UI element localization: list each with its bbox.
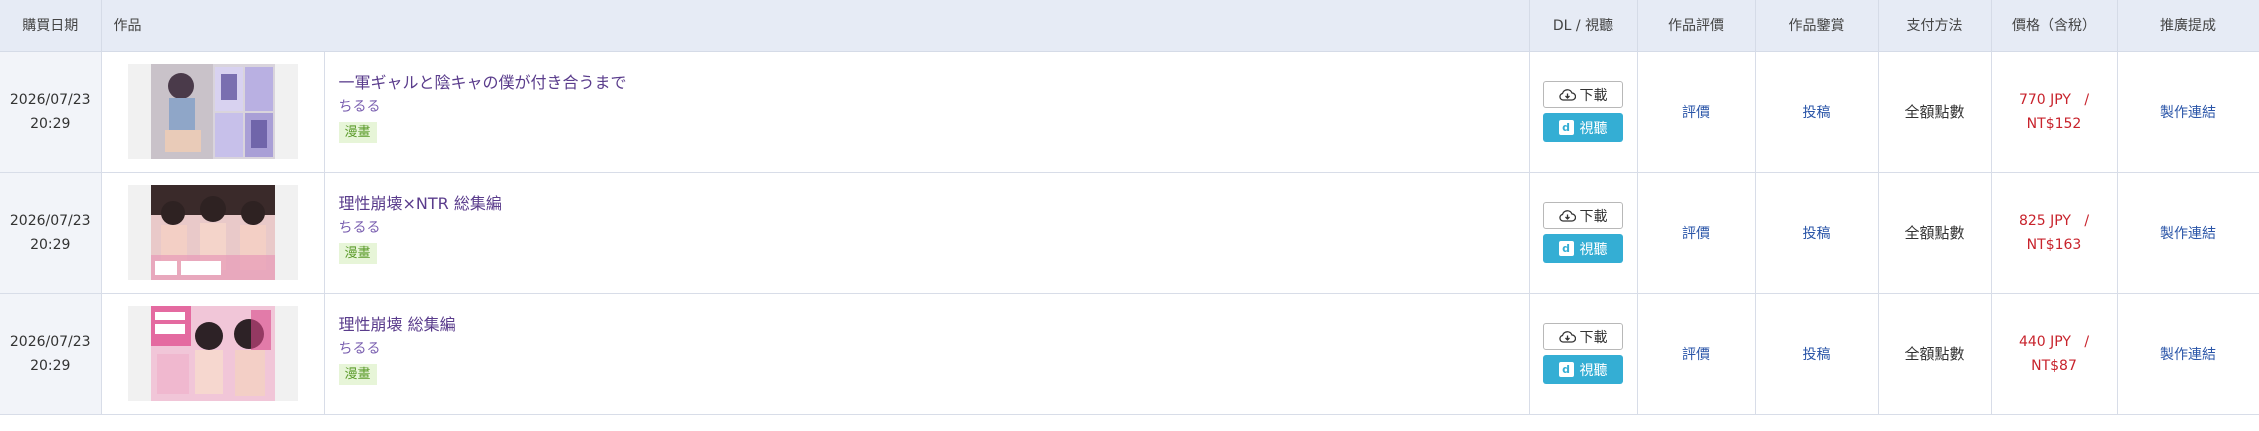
- payment-method: 全額點數: [1904, 345, 1965, 363]
- play-label: 視聽: [1579, 241, 1608, 258]
- cover-image: [150, 185, 275, 280]
- appreciation-cell: 投稿: [1755, 51, 1879, 173]
- affiliate-cell: 製作連結: [2117, 51, 2259, 173]
- purchase-date-cell: 2026/07/23 20:29: [0, 51, 102, 173]
- payment-method: 全額點數: [1904, 103, 1965, 121]
- circle-name-link[interactable]: ちるる: [339, 339, 456, 359]
- purchase-time: 20:29: [30, 236, 71, 253]
- review-link[interactable]: 評價: [1682, 105, 1710, 121]
- table-row: 2026/07/23 20:29: [0, 293, 2259, 415]
- price-ntd: NT$152: [2026, 115, 2082, 132]
- header-work-review: 作品評價: [1637, 0, 1756, 52]
- affiliate-cell: 製作連結: [2117, 172, 2259, 294]
- download-play-cell: 下載 d 視聽: [1529, 172, 1638, 294]
- play-button[interactable]: d 視聽: [1543, 355, 1623, 384]
- appreciation-cell: 投稿: [1755, 293, 1879, 415]
- download-label: 下載: [1579, 208, 1608, 225]
- price-cell: 825 JPY / NT$163: [1991, 172, 2118, 294]
- appreciation-post-link[interactable]: 投稿: [1803, 226, 1831, 242]
- purchase-date-cell: 2026/07/23 20:29: [0, 293, 102, 415]
- price-separator: /: [2084, 212, 2090, 229]
- purchase-history-table: 購買日期 作品 DL / 視聽 作品評價 作品鑒賞 支付方法 價格（含稅） 推廣…: [0, 0, 2259, 415]
- play-label: 視聽: [1579, 120, 1608, 137]
- review-cell: 評價: [1637, 172, 1756, 294]
- appreciation-cell: 投稿: [1755, 172, 1879, 294]
- purchase-date-cell: 2026/07/23 20:29: [0, 172, 102, 294]
- header-work-appreciation: 作品鑒賞: [1755, 0, 1879, 52]
- table-row: 2026/07/23 20:29: [0, 51, 2259, 173]
- table-row: 2026/07/23 20:29: [0, 172, 2259, 294]
- work-thumbnail[interactable]: [127, 185, 298, 280]
- header-work: 作品: [101, 0, 1530, 52]
- cloud-download-icon: [1558, 88, 1576, 101]
- price-separator: /: [2084, 91, 2090, 108]
- payment-cell: 全額點數: [1878, 51, 1992, 173]
- play-button[interactable]: d 視聽: [1543, 113, 1623, 142]
- header-download-play: DL / 視聽: [1529, 0, 1638, 52]
- genre-tag: 漫畫: [338, 242, 377, 264]
- cover-image: [150, 64, 275, 159]
- download-label: 下載: [1579, 329, 1608, 346]
- header-price: 價格（含稅）: [1991, 0, 2118, 52]
- review-cell: 評價: [1637, 293, 1756, 415]
- play-d-icon: d: [1558, 362, 1574, 377]
- price-jpy: 770 JPY: [2018, 91, 2071, 108]
- price-ntd: NT$163: [2026, 236, 2082, 253]
- play-d-icon: d: [1558, 241, 1574, 256]
- header-purchase-date: 購買日期: [0, 0, 102, 52]
- work-cell: 理性崩壊×NTR 総集編 ちるる 漫畫: [101, 172, 1530, 294]
- price-jpy: 440 JPY: [2018, 333, 2071, 350]
- appreciation-post-link[interactable]: 投稿: [1803, 347, 1831, 363]
- play-d-icon: d: [1558, 120, 1574, 135]
- genre-tag: 漫畫: [338, 363, 377, 385]
- purchase-date: 2026/07/23: [9, 212, 91, 229]
- affiliate-link[interactable]: 製作連結: [2160, 226, 2216, 242]
- purchase-date: 2026/07/23: [9, 333, 91, 350]
- work-thumbnail[interactable]: [127, 306, 298, 401]
- work-cell: 理性崩壊 総集編 ちるる 漫畫: [101, 293, 1530, 415]
- review-cell: 評價: [1637, 51, 1756, 173]
- payment-cell: 全額點數: [1878, 172, 1992, 294]
- price-separator: /: [2084, 333, 2090, 350]
- cover-image: [150, 306, 275, 401]
- price-cell: 770 JPY / NT$152: [1991, 51, 2118, 173]
- header-payment-method: 支付方法: [1878, 0, 1992, 52]
- download-play-cell: 下載 d 視聽: [1529, 293, 1638, 415]
- purchase-time: 20:29: [30, 357, 71, 374]
- header-affiliate: 推廣提成: [2117, 0, 2259, 52]
- download-button[interactable]: 下載: [1543, 81, 1623, 108]
- play-label: 視聽: [1579, 362, 1608, 379]
- cloud-download-icon: [1558, 209, 1576, 222]
- download-button[interactable]: 下載: [1543, 323, 1623, 350]
- payment-cell: 全額點數: [1878, 293, 1992, 415]
- payment-method: 全額點數: [1904, 224, 1965, 242]
- review-link[interactable]: 評價: [1682, 347, 1710, 363]
- affiliate-cell: 製作連結: [2117, 293, 2259, 415]
- appreciation-post-link[interactable]: 投稿: [1803, 105, 1831, 121]
- work-title-link[interactable]: 一軍ギャルと陰キャの僕が付き合うまで: [339, 72, 627, 94]
- purchase-date: 2026/07/23: [9, 91, 91, 108]
- price-cell: 440 JPY / NT$87: [1991, 293, 2118, 415]
- review-link[interactable]: 評價: [1682, 226, 1710, 242]
- affiliate-link[interactable]: 製作連結: [2160, 105, 2216, 121]
- work-title-link[interactable]: 理性崩壊 総集編: [339, 314, 456, 336]
- table-header-row: 購買日期 作品 DL / 視聽 作品評價 作品鑒賞 支付方法 價格（含稅） 推廣…: [0, 0, 2259, 52]
- genre-tag: 漫畫: [338, 121, 377, 143]
- affiliate-link[interactable]: 製作連結: [2160, 347, 2216, 363]
- price-jpy: 825 JPY: [2018, 212, 2071, 229]
- download-play-cell: 下載 d 視聽: [1529, 51, 1638, 173]
- work-thumbnail[interactable]: [127, 64, 298, 159]
- cloud-download-icon: [1558, 330, 1576, 343]
- purchase-time: 20:29: [30, 115, 71, 132]
- work-title-link[interactable]: 理性崩壊×NTR 総集編: [339, 193, 502, 215]
- work-cell: 一軍ギャルと陰キャの僕が付き合うまで ちるる 漫畫: [101, 51, 1530, 173]
- play-button[interactable]: d 視聽: [1543, 234, 1623, 263]
- circle-name-link[interactable]: ちるる: [339, 97, 627, 117]
- download-button[interactable]: 下載: [1543, 202, 1623, 229]
- price-ntd: NT$87: [2031, 357, 2077, 374]
- download-label: 下載: [1579, 87, 1608, 104]
- circle-name-link[interactable]: ちるる: [339, 218, 502, 238]
